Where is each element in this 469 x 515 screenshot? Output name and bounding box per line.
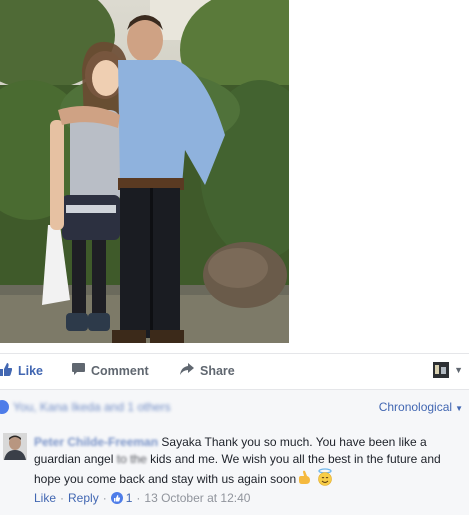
avatar[interactable] <box>3 433 27 460</box>
like-reaction-icon <box>0 400 9 414</box>
like-label: Like <box>18 364 44 378</box>
post-as-selector[interactable]: ▼ <box>433 362 463 378</box>
comment-button[interactable]: Comment <box>72 363 149 378</box>
comment-timestamp[interactable]: 13 October at 12:40 <box>144 491 250 505</box>
separator-dot: · <box>60 491 65 505</box>
pointing-hand-icon <box>296 470 312 491</box>
reactions-summary[interactable]: You, Kana Ikeda and 1 others <box>13 400 171 414</box>
comment-like-count[interactable]: 1 <box>126 491 133 505</box>
post-photo[interactable] <box>0 0 289 343</box>
comment-text-blurred: to the <box>116 452 147 466</box>
separator-dot: · <box>102 491 107 505</box>
comment-reply-link[interactable]: Reply <box>68 491 99 505</box>
like-button[interactable]: Like <box>0 363 43 379</box>
page-avatar <box>433 362 450 378</box>
separator-dot: · <box>136 491 141 505</box>
speech-bubble-icon <box>72 363 85 378</box>
chevron-down-icon: ▼ <box>454 365 463 375</box>
sort-label: Chronological <box>378 400 453 414</box>
comment-actions: Like · Reply · 1 · 13 October at 12:40 <box>34 491 250 505</box>
comment-sort-dropdown[interactable]: Chronological ▼ <box>379 400 463 414</box>
comment-like-link[interactable]: Like <box>34 491 56 505</box>
comment-body: Peter Childe-Freeman Sayaka Thank you so… <box>34 434 444 491</box>
comment-item: Peter Childe-Freeman Sayaka Thank you so… <box>0 424 469 515</box>
share-label: Share <box>200 363 235 378</box>
post-action-bar: Like Comment Share ▼ <box>0 353 469 388</box>
reactions-bar: You, Kana Ikeda and 1 others Chronologic… <box>0 389 469 425</box>
angel-smiley-icon <box>316 468 334 491</box>
share-arrow-icon <box>180 363 194 378</box>
chevron-down-icon: ▼ <box>455 404 463 413</box>
comment-author[interactable]: Peter Childe-Freeman <box>34 435 158 449</box>
share-button[interactable]: Share <box>180 363 235 378</box>
comment-label: Comment <box>91 363 149 378</box>
thumbs-up-icon <box>0 363 13 379</box>
like-count-icon <box>110 492 123 504</box>
